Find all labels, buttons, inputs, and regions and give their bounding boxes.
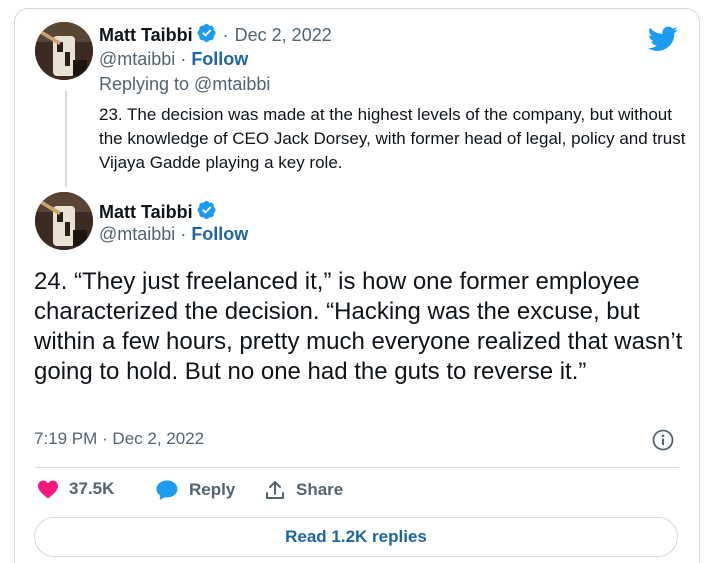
avatar[interactable] (35, 22, 93, 80)
author-handle[interactable]: @mtaibbi (99, 224, 175, 245)
replying-to-label: Replying to @mtaibbi (99, 74, 271, 94)
date-separator: · (222, 25, 229, 45)
avatar[interactable] (35, 192, 93, 250)
thread-connector-line (65, 91, 67, 187)
reply-label: Reply (189, 480, 236, 499)
like-count: 37.5K (69, 479, 115, 498)
like-button[interactable]: 37.5K (37, 479, 114, 499)
author-name[interactable]: Matt Taibbi (99, 202, 193, 223)
divider (35, 467, 679, 468)
read-replies-label: Read 1.2K replies (285, 527, 427, 546)
tweet-text: 24. “They just freelanced it,” is how on… (34, 268, 683, 385)
share-button[interactable]: Share (264, 479, 343, 501)
info-icon[interactable] (652, 429, 674, 456)
heart-icon (38, 480, 58, 499)
author-handle[interactable]: @mtaibbi (99, 49, 175, 70)
share-label: Share (296, 480, 344, 499)
follow-button[interactable]: Follow (191, 49, 248, 70)
reply-bubble-icon (156, 480, 178, 500)
follow-button[interactable]: Follow (191, 224, 248, 245)
handle-separator: · (180, 49, 187, 69)
tweet-timestamp[interactable]: 7:19 PM · Dec 2, 2022 (34, 429, 204, 449)
verified-badge-icon (197, 200, 217, 225)
read-replies-button[interactable]: Read 1.2K replies (34, 517, 678, 557)
tweet-date[interactable]: Dec 2, 2022 (235, 25, 332, 46)
avatar-photo (35, 22, 93, 80)
author-name[interactable]: Matt Taibbi (99, 25, 193, 46)
tweet-embed-card: Matt Taibbi · Dec 2, 2022 @mtaibbi · Fol… (14, 8, 700, 563)
share-icon (266, 481, 284, 499)
verified-badge-icon (197, 23, 217, 48)
twitter-bird-icon[interactable] (648, 26, 678, 57)
handle-separator: · (180, 224, 187, 244)
avatar-photo (35, 192, 93, 250)
reply-button[interactable]: Reply (155, 479, 235, 501)
tweet-text: 23. The decision was made at the highest… (99, 105, 686, 172)
